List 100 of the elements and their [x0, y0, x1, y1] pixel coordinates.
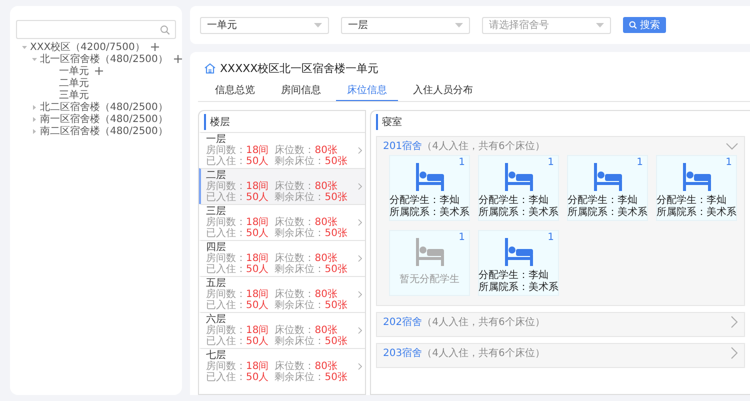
tree-item[interactable]: 二单元	[59, 76, 89, 90]
floor-stat: 房间数：18间	[206, 289, 269, 300]
tree-item[interactable]: 三单元	[59, 88, 89, 102]
floor-stat: 剩余床位：50张	[274, 336, 348, 347]
floor-stat: 已入住：50人	[206, 300, 269, 311]
tree-item[interactable]: 一单元	[59, 64, 89, 78]
floor-name: 三层	[206, 206, 227, 217]
floor-stat: 床位数：80张	[274, 145, 338, 156]
floor-item[interactable]: 三层 房间数：18间 床位数：80张 已入住：50人 剩余床位：50张	[199, 204, 365, 240]
bed-card[interactable]: 1 分配学生：李灿 所属院系：美术系	[478, 155, 559, 221]
chevron-right-icon	[358, 219, 362, 226]
chevron-right-icon	[358, 147, 362, 154]
section-heading: 楼层	[204, 114, 365, 130]
bed-info: 所属院系：美术系	[478, 282, 558, 294]
chevron-right-icon	[358, 363, 362, 370]
floor-item[interactable]: 七层 房间数：18间 床位数：80张 已入住：50人 剩余床位：50张	[199, 348, 365, 384]
floor-name: 六层	[206, 314, 227, 325]
tree-item[interactable]: 南一区宿舍楼（480/2500）	[40, 112, 168, 126]
floor-stat: 房间数：18间	[206, 181, 269, 192]
dropdown-caret-icon	[596, 22, 604, 28]
bed-card[interactable]: 1 分配学生：李灿 所属院系：美术系	[567, 155, 648, 221]
floor-item[interactable]: 五层 房间数：18间 床位数：80张 已入住：50人 剩余床位：50张	[199, 276, 365, 312]
room-title[interactable]: 202宿舍（4人入住，共有6个床位）	[383, 315, 545, 329]
chevron-right-icon	[358, 183, 362, 190]
search-button[interactable]: 搜索	[623, 17, 666, 33]
floor-stat: 剩余床位：50张	[274, 156, 348, 167]
bed-info: 分配学生：李灿	[478, 195, 550, 206]
bed-card[interactable]: 1 分配学生：李灿 所属院系：美术系	[478, 230, 559, 296]
floor-stat: 床位数：80张	[274, 181, 338, 192]
tab[interactable]: 入住人员分布	[402, 80, 484, 101]
floor-stat: 已入住：50人	[206, 192, 269, 203]
page-title: XXXXX校区北一区宿舍楼一单元	[220, 60, 379, 76]
floor-stat: 已入住：50人	[206, 156, 269, 167]
floor-stat: 已入住：50人	[206, 372, 269, 383]
tree-item[interactable]: 北二区宿舍楼（480/2500）	[40, 100, 168, 114]
dropdown-caret-icon	[314, 22, 322, 28]
bed-number: 1	[726, 158, 732, 168]
search-icon	[160, 24, 170, 34]
section-heading: 寝室	[376, 114, 745, 130]
home-icon	[204, 62, 216, 74]
floor-stat: 房间数：18间	[206, 217, 269, 228]
bed-info: 分配学生：李灿	[568, 195, 638, 206]
bed-info: 所属院系：美术系	[656, 207, 736, 219]
floor-stat: 房间数：18间	[206, 325, 269, 336]
bed-info: 所属院系：美术系	[478, 207, 558, 219]
floor-item[interactable]: 六层 房间数：18间 床位数：80张 已入住：50人 剩余床位：50张	[199, 312, 365, 348]
bed-icon	[682, 162, 712, 192]
floor-name: 五层	[206, 278, 227, 289]
floor-stat: 已入住：50人	[206, 228, 269, 239]
chevron-right-icon	[358, 291, 362, 298]
tab[interactable]: 房间信息	[270, 80, 332, 101]
bed-icon	[504, 162, 534, 192]
floor-item[interactable]: 二层 房间数：18间 床位数：80张 已入住：50人 剩余床位：50张	[199, 168, 365, 204]
bed-info: 分配学生：李灿	[390, 195, 460, 206]
dropdown-field[interactable]: 一单元	[200, 16, 329, 34]
bed-icon	[414, 237, 444, 267]
bed-icon	[504, 237, 534, 267]
tab[interactable]: 信息总览	[204, 80, 266, 101]
bed-icon	[414, 162, 444, 192]
bed-card[interactable]: 1 分配学生：李灿 所属院系：美术系	[656, 155, 737, 221]
floor-stat: 已入住：50人	[206, 336, 269, 347]
floor-stat: 床位数：80张	[274, 289, 338, 300]
floor-stat: 床位数：80张	[274, 217, 338, 228]
floor-stat: 剩余床位：50张	[274, 300, 348, 311]
bed-number: 1	[458, 233, 465, 243]
bed-info: 分配学生：李灿	[478, 270, 550, 282]
dropdown-field[interactable]: 一层	[341, 16, 470, 34]
floor-stat: 剩余床位：50张	[274, 372, 348, 383]
room-title[interactable]: 201宿舍（4人入住，共有6个床位）	[383, 139, 545, 153]
floor-stat: 已入住：50人	[206, 264, 269, 275]
bed-icon	[592, 162, 622, 192]
empty-note: 暂无分配学生	[400, 274, 460, 286]
floor-name: 七层	[206, 350, 227, 361]
bed-info: 所属院系：美术系	[568, 207, 648, 219]
floor-stat: 床位数：80张	[274, 253, 338, 264]
floor-item[interactable]: 四层 房间数：18间 床位数：80张 已入住：50人 剩余床位：50张	[199, 240, 365, 276]
search-field[interactable]	[16, 20, 176, 39]
floor-stat: 床位数：80张	[274, 325, 338, 336]
chevron-right-icon	[358, 255, 362, 262]
tab[interactable]: 床位信息	[336, 80, 398, 101]
dropdown-caret-icon	[455, 22, 463, 28]
chevron-right-icon	[358, 327, 362, 334]
bed-number: 1	[636, 158, 643, 168]
floor-stat: 剩余床位：50张	[274, 192, 348, 203]
floor-stat: 房间数：18间	[206, 361, 269, 372]
room-title[interactable]: 203宿舍（4人入住，共有6个床位）	[383, 346, 545, 360]
bed-number: 1	[458, 158, 465, 168]
bed-number: 1	[548, 233, 554, 243]
floor-stat: 房间数：18间	[206, 145, 269, 156]
bed-card[interactable]: 1 分配学生：李灿 所属院系：美术系	[389, 155, 470, 221]
tree-item[interactable]: 南二区宿舍楼（480/2500）	[40, 124, 168, 138]
floor-stat: 剩余床位：50张	[274, 228, 348, 239]
tree-item[interactable]: 北一区宿舍楼（480/2500）	[40, 52, 168, 66]
floor-name: 四层	[206, 242, 227, 253]
tree-item[interactable]: XXX校区（4200/7500）	[30, 40, 145, 54]
bed-info: 所属院系：美术系	[390, 207, 470, 219]
floor-name: 二层	[206, 170, 227, 181]
floor-stat: 房间数：18间	[206, 253, 269, 264]
search-icon	[629, 21, 637, 29]
bed-card[interactable]: 1 暂无分配学生	[389, 230, 470, 296]
